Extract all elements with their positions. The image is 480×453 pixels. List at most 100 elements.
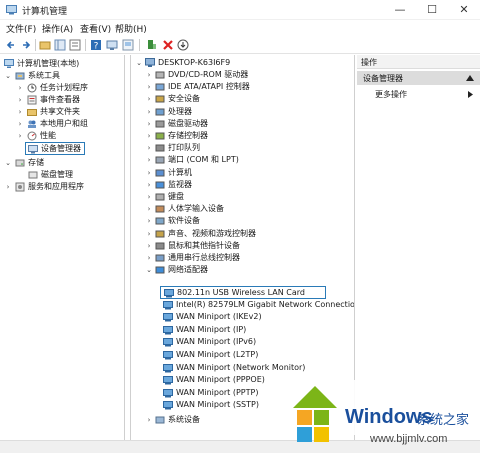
adapter-label: WAN Miniport (PPTP) (176, 387, 259, 397)
minimize-button[interactable]: — (384, 0, 416, 20)
watermark-chinese: 系统之家 (417, 413, 470, 428)
chevron-right-icon[interactable]: › (4, 181, 12, 193)
device-category-icon (155, 120, 165, 128)
tree-label: 任务计划程序 (40, 83, 88, 92)
chevron-right-icon[interactable]: › (145, 130, 153, 142)
chevron-right-icon[interactable]: › (145, 228, 153, 240)
menu-view[interactable]: 查看(V) (80, 22, 111, 35)
network-adapter-icon (163, 376, 173, 385)
actions-header: 操作 (357, 55, 480, 69)
network-adapter-icon (163, 313, 173, 322)
console-icon[interactable] (122, 39, 134, 51)
tree-label: 事件查看器 (40, 95, 80, 104)
chevron-right-icon[interactable]: › (145, 106, 153, 118)
network-adapter-icon (163, 338, 173, 347)
system-devices-icon (155, 416, 165, 424)
adapter-label: WAN Miniport (IP) (176, 324, 247, 334)
watermark: Windows 系统之家 www.bjjmlv.com (285, 378, 480, 453)
help-icon[interactable]: ? (90, 39, 102, 51)
maximize-button[interactable]: ☐ (416, 0, 448, 20)
chevron-down-icon[interactable]: ⌄ (4, 157, 12, 169)
category-label: 鼠标和其他指针设备 (168, 240, 240, 250)
actions-title: 操作 (361, 58, 377, 67)
category-label: DVD/CD-ROM 驱动器 (168, 70, 249, 79)
network-adapter-icon (163, 325, 173, 335)
tree-label: 存储 (28, 158, 44, 167)
scan-hardware-icon[interactable] (106, 39, 118, 51)
chevron-right-icon[interactable]: › (145, 414, 153, 426)
tree-label: 本地用户和组 (40, 119, 88, 128)
chevron-right-icon[interactable]: › (145, 69, 153, 81)
category-label: 通用串行总线控制器 (168, 253, 240, 262)
device-category-icon (155, 144, 165, 152)
tree-node-device-manager[interactable]: 设备管理器 (25, 142, 85, 155)
adapter-label: WAN Miniport (IKEv2) (176, 312, 262, 322)
chevron-right-icon[interactable]: › (145, 118, 153, 130)
properties-icon[interactable] (69, 39, 81, 51)
chevron-right-icon[interactable]: › (145, 240, 153, 252)
chevron-right-icon[interactable]: › (145, 142, 153, 154)
more-actions-item[interactable]: 更多操作 (357, 87, 480, 101)
menu-help[interactable]: 帮助(H) (115, 22, 147, 35)
category-label: 声音、视频和游戏控制器 (168, 228, 256, 238)
window-title: 计算机管理 (22, 7, 68, 17)
device-category-icon (155, 132, 165, 140)
network-adapter-icon (164, 289, 174, 298)
tree-label: 服务和应用程序 (28, 182, 84, 191)
enable-device-icon[interactable] (177, 39, 189, 51)
chevron-right-icon[interactable]: › (16, 94, 24, 106)
category-label: 存储控制器 (168, 131, 208, 140)
device-category-icon (155, 169, 165, 177)
category-label: 安全设备 (168, 94, 200, 104)
show-hide-tree-icon[interactable] (54, 39, 66, 51)
chevron-right-icon[interactable]: › (16, 130, 24, 142)
category-label: IDE ATA/ATAPI 控制器 (168, 82, 250, 92)
actions-section-device-manager[interactable]: 设备管理器 (357, 71, 480, 85)
chevron-right-icon[interactable]: › (145, 154, 153, 166)
tree-label: 设备管理器 (41, 144, 81, 153)
adapter-label: 802.11n USB Wireless LAN Card (177, 288, 305, 297)
watermark-url: www.bjjmlv.com (370, 433, 448, 445)
collapse-up-icon[interactable] (466, 75, 474, 81)
category-label: 打印队列 (168, 143, 200, 153)
chevron-right-icon[interactable]: › (16, 118, 24, 130)
chevron-right-icon[interactable]: › (145, 215, 153, 227)
forward-icon[interactable] (20, 39, 32, 51)
device-category-icon (155, 242, 165, 250)
console-tree: 计算机管理(本地) ⌄ 系统工具 › 任务计划程序 › 事件查看器 › 共享文件… (0, 55, 125, 440)
category-label: 磁盘驱动器 (168, 118, 208, 128)
category-label: 软件设备 (168, 216, 200, 226)
uninstall-icon[interactable] (162, 39, 174, 51)
chevron-right-icon[interactable]: › (145, 179, 153, 191)
device-category-icon (155, 181, 165, 189)
device-category-icon (155, 205, 165, 213)
chevron-down-icon[interactable]: ⌄ (4, 70, 12, 82)
menu-file[interactable]: 文件(F) (6, 22, 36, 35)
up-folder-icon[interactable] (39, 39, 51, 51)
network-adapter-icon (163, 363, 173, 373)
chevron-right-icon[interactable]: › (145, 252, 153, 264)
toolbar-separator (85, 39, 86, 51)
chevron-right-icon[interactable]: › (145, 167, 153, 179)
device-category-icon (155, 217, 165, 225)
chevron-right-icon[interactable]: › (145, 93, 153, 105)
menu-action[interactable]: 操作(A) (42, 22, 73, 35)
chevron-right-icon[interactable]: › (145, 191, 153, 203)
network-adapter-row-selected[interactable]: 802.11n USB Wireless LAN Card (160, 286, 326, 299)
update-driver-icon[interactable] (146, 39, 158, 51)
adapter-label: WAN Miniport (PPPOE) (176, 375, 265, 385)
submenu-arrow-icon (468, 91, 473, 98)
house-logo-icon (293, 386, 337, 442)
chevron-right-icon[interactable]: › (16, 106, 24, 118)
chevron-down-icon[interactable]: ⌄ (145, 264, 153, 276)
chevron-right-icon[interactable]: › (16, 82, 24, 94)
computer-name: DESKTOP-K63I6F9 (158, 58, 231, 67)
adapter-label: WAN Miniport (IPv6) (176, 337, 257, 347)
svg-text:?: ? (94, 42, 99, 52)
chevron-right-icon[interactable]: › (145, 81, 153, 93)
chevron-right-icon[interactable]: › (145, 203, 153, 215)
close-button[interactable]: ✕ (448, 0, 480, 20)
back-icon[interactable] (5, 39, 17, 51)
device-manager-icon (28, 145, 38, 154)
chevron-down-icon[interactable]: ⌄ (135, 57, 143, 69)
